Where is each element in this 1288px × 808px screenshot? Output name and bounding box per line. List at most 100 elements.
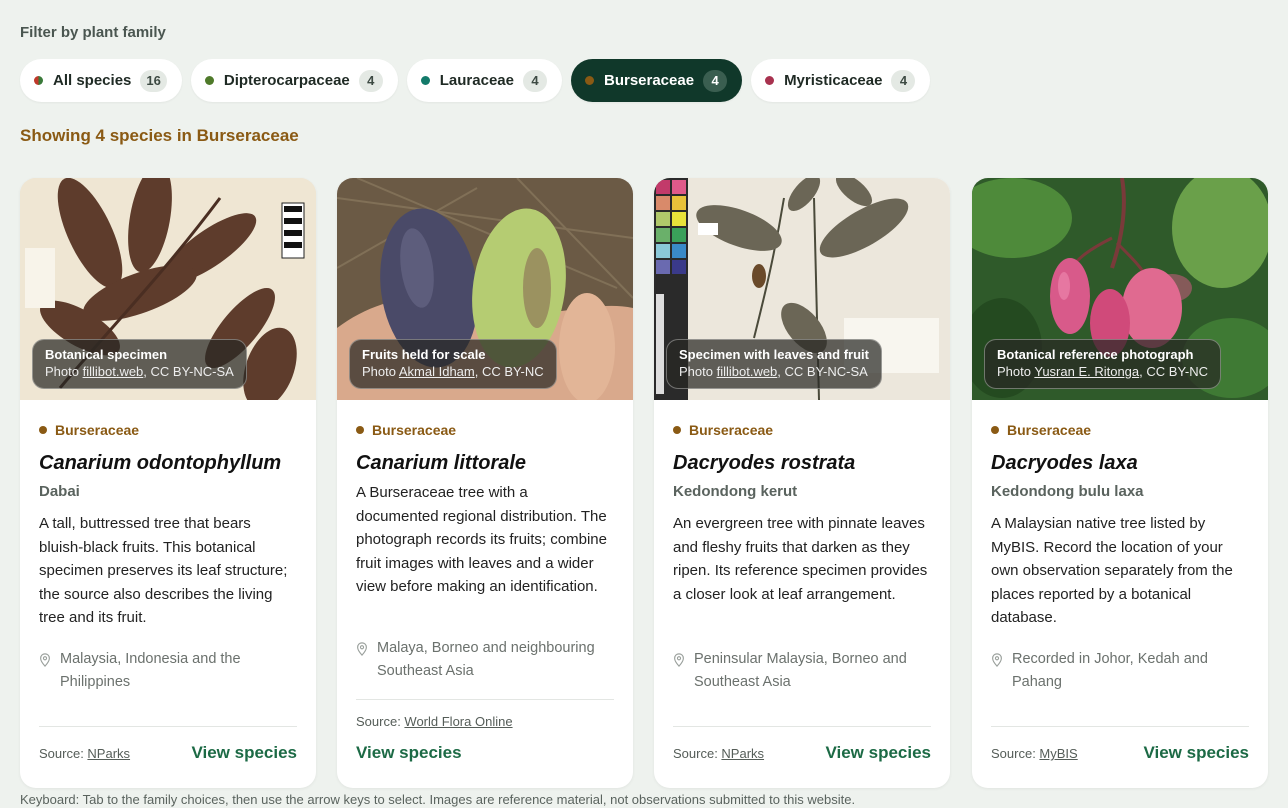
chip-lauraceae[interactable]: Lauraceae 4 [406,59,562,102]
species-card: Specimen with leaves and fruit Photo fil… [654,178,950,788]
source: Source: NParks [673,746,764,761]
view-species-link[interactable]: View species [191,743,297,763]
location-text: Malaya, Borneo and neighbouring Southeas… [377,640,595,679]
chip-count: 4 [703,69,728,92]
family-tag: Burseraceae [673,422,773,438]
card-body: Burseraceae Dacryodes rostrata Kedondong… [673,400,931,788]
filter-label: Filter by plant family [20,24,166,41]
family-dot-icon [39,426,47,434]
view-species-link[interactable]: View species [1143,743,1249,763]
source-link[interactable]: MyBIS [1039,746,1077,761]
scientific-name: Canarium odontophyllum [39,452,282,474]
caption-prefix: Photo [997,364,1035,379]
source-prefix: Source: [39,746,88,761]
photo-author-link[interactable]: fillibot.web [83,364,144,379]
species-photo: Botanical reference photograph Photo Yus… [972,178,1268,400]
color-dot-icon [765,76,775,85]
location-text: Peninsular Malaysia, Borneo and Southeas… [694,651,907,690]
family-label: Burseraceae [1007,422,1092,438]
caption-license: , CC BY-NC [474,364,544,379]
common-name: Kedondong kerut [673,483,798,500]
source-link[interactable]: World Flora Online [404,714,512,729]
chip-all-species[interactable]: All species 16 [20,59,182,102]
family-dot-icon [991,426,999,434]
location: Recorded in Johor, Kedah and Pahang [991,648,1249,694]
location: Malaya, Borneo and neighbouring Southeas… [356,637,614,683]
view-species-link[interactable]: View species [825,743,931,763]
chip-count: 4 [358,69,383,92]
map-pin-icon [992,653,1002,667]
family-dot-icon [673,426,681,434]
chip-count: 4 [891,69,916,92]
source: Source: MyBIS [991,746,1078,761]
chip-label: Myristicaceae [784,72,883,89]
chip-label: Dipterocarpaceae [223,72,350,89]
caption-prefix: Photo [679,364,717,379]
divider [356,699,614,700]
caption-credit: Photo Akmal Idham, CC BY-NC [362,363,544,381]
caption-prefix: Photo [362,364,399,379]
source-prefix: Source: [991,746,1040,761]
family-tag: Burseraceae [356,422,456,438]
family-label: Burseraceae [55,422,140,438]
location: Peninsular Malaysia, Borneo and Southeas… [673,648,931,694]
multi-color-dot-icon [34,76,43,85]
chip-count: 4 [522,69,547,92]
common-name: Dabai [39,483,80,500]
map-pin-icon [674,653,684,667]
species-description: An evergreen tree with pinnate leaves an… [673,515,928,603]
results-summary: Showing 4 species in Burseraceae [20,126,299,145]
family-tag: Burseraceae [991,422,1091,438]
photo-author-link[interactable]: fillibot.web [717,364,778,379]
common-name: Kedondong bulu laxa [991,483,1144,500]
divider [991,726,1249,727]
caption-title: Botanical reference photograph [997,347,1194,362]
species-card: Fruits held for scale Photo Akmal Idham,… [337,178,633,788]
photo-caption: Specimen with leaves and fruit Photo fil… [666,339,882,389]
species-description: A Burseraceae tree with a documented reg… [356,484,607,595]
divider [673,726,931,727]
chip-label: Lauraceae [439,72,514,89]
caption-title: Specimen with leaves and fruit [679,347,869,362]
chip-myristicaceae[interactable]: Myristicaceae 4 [751,59,931,102]
location-text: Recorded in Johor, Kedah and Pahang [1012,651,1208,690]
species-description: A tall, buttressed tree that bears bluis… [39,515,288,626]
family-dot-icon [356,426,364,434]
card-body: Burseraceae Canarium odontophyllum Dabai… [39,400,297,788]
scientific-name: Dacryodes rostrata [673,452,856,474]
photo-caption: Botanical reference photograph Photo Yus… [984,339,1222,389]
source-link[interactable]: NParks [721,746,764,761]
source-link[interactable]: NParks [87,746,130,761]
keyboard-hint: Keyboard: Tab to the family choices, the… [20,792,856,807]
family-tag: Burseraceae [39,422,139,438]
source-prefix: Source: [356,714,405,729]
caption-title: Fruits held for scale [362,347,486,362]
species-photo: Fruits held for scale Photo Akmal Idham,… [337,178,633,400]
view-species-link[interactable]: View species [356,743,462,763]
card-body: Burseraceae Dacryodes laxa Kedondong bul… [991,400,1249,788]
photo-author-link[interactable]: Yusran E. Ritonga [1034,364,1139,379]
chip-label: Burseraceae [603,72,695,89]
chip-burseraceae[interactable]: Burseraceae 4 [570,59,743,102]
family-label: Burseraceae [372,422,457,438]
photo-author-link[interactable]: Akmal Idham [399,364,475,379]
chip-dipterocarpaceae[interactable]: Dipterocarpaceae 4 [190,59,398,102]
caption-license: , CC BY-NC [1139,364,1209,379]
location: Malaysia, Indonesia and the Philippines [39,648,297,694]
source: Source: World Flora Online [356,714,513,729]
color-dot-icon [584,76,594,85]
caption-credit: Photo Yusran E. Ritonga, CC BY-NC [997,363,1208,381]
divider [39,726,297,727]
species-card: Botanical specimen Photo fillibot.web, C… [20,178,316,788]
source: Source: NParks [39,746,130,761]
scientific-name: Canarium littorale [356,452,527,474]
caption-license: , CC BY-NC-SA [777,364,868,379]
species-photo: Specimen with leaves and fruit Photo fil… [654,178,950,400]
species-card: Botanical reference photograph Photo Yus… [972,178,1268,788]
location-text: Malaysia, Indonesia and the Philippines [60,651,241,690]
caption-credit: Photo fillibot.web, CC BY-NC-SA [45,363,234,381]
family-label: Burseraceae [689,422,774,438]
map-pin-icon [40,653,50,667]
caption-credit: Photo fillibot.web, CC BY-NC-SA [679,363,869,381]
species-photo: Botanical specimen Photo fillibot.web, C… [20,178,316,400]
